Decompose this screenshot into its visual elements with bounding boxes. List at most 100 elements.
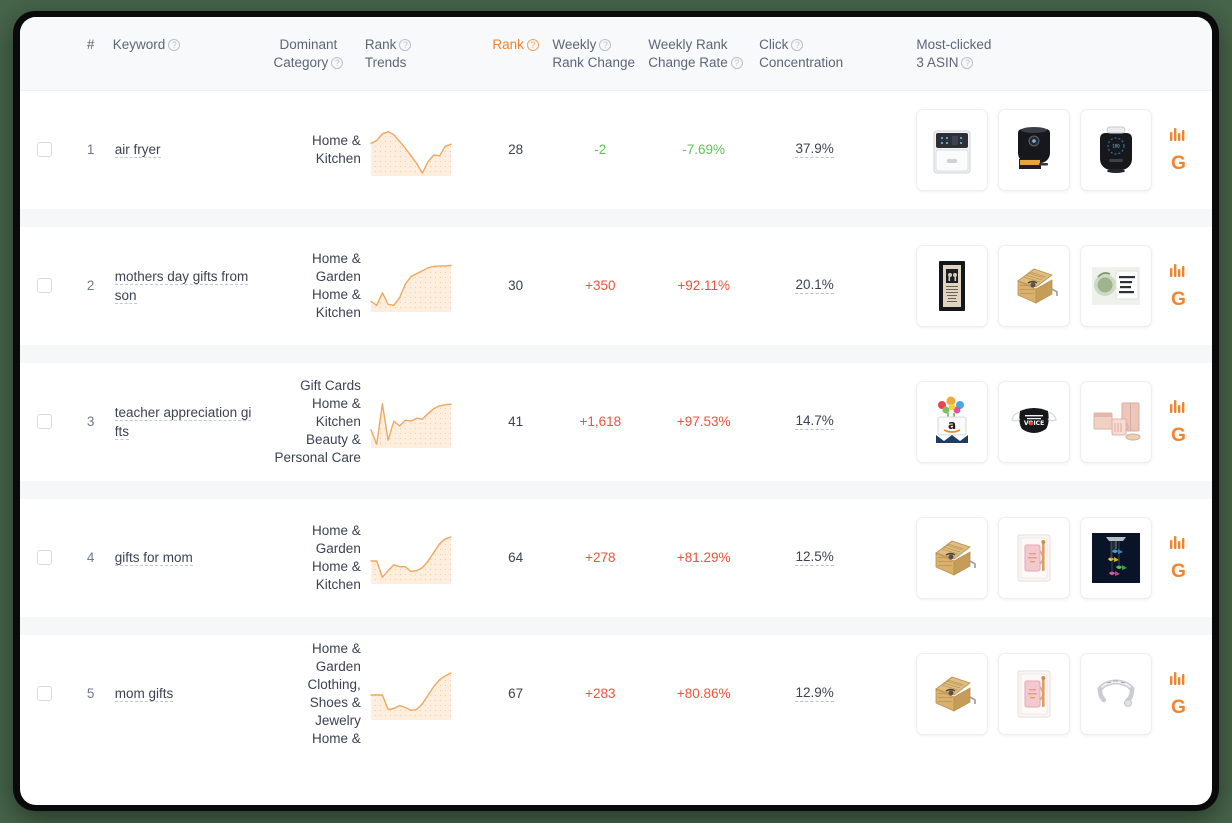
row-click-concentration-cell[interactable]: 37.9% [759, 91, 870, 209]
asin-thumbnail-wooden-music-box[interactable] [916, 652, 989, 735]
row-keyword-cell[interactable]: mom gifts [113, 635, 254, 753]
help-icon-rank[interactable]: ? [526, 39, 539, 51]
header-rank-trends[interactable]: Rank? Trends [362, 17, 479, 91]
category-line: Gift Cards [300, 377, 361, 393]
bar-chart-icon[interactable] [1169, 398, 1187, 413]
asin-thumbnail-pink-mug-boxed[interactable] [998, 652, 1071, 735]
asin-thumbnail-pink-mug-boxed[interactable] [998, 516, 1071, 599]
row-checkbox-cell[interactable] [20, 363, 68, 481]
keyword-link[interactable]: teacher appreciation gifts [114, 404, 252, 440]
asin-thumbnail-hummingbird-wind-chime[interactable] [1080, 516, 1153, 599]
header-rank[interactable]: Rank? [478, 17, 553, 91]
click-concentration-value[interactable]: 12.9% [795, 685, 834, 702]
row-checkbox[interactable] [36, 142, 52, 158]
keyword-link[interactable]: mothers day gifts from son [114, 268, 249, 304]
rank-trend-sparkline[interactable] [369, 528, 479, 588]
asin-thumbnail-pink-mug-gift-set[interactable] [1080, 380, 1153, 463]
table-row[interactable]: 1 air fryer Home & Kitchen 28 -2 -7.69% 37.9% 18… [20, 90, 1212, 209]
row-click-concentration-cell[interactable]: 14.7% [759, 363, 870, 481]
header-select-all[interactable] [20, 17, 69, 91]
click-concentration-value[interactable]: 12.5% [795, 549, 834, 566]
row-keyword-cell[interactable]: teacher appreciation gifts [113, 363, 254, 481]
row-category-cell: Gift Cards Home & Kitchen Beauty & Personal … [254, 363, 363, 481]
bar-chart-icon[interactable] [1169, 670, 1187, 685]
row-click-concentration-cell[interactable]: 12.9% [759, 635, 870, 753]
google-icon[interactable]: G [1171, 154, 1186, 173]
row-checkbox[interactable] [36, 686, 52, 701]
keyword-link[interactable]: gifts for mom [114, 550, 193, 566]
row-keyword-cell[interactable]: mothers day gifts from son [113, 227, 254, 345]
asin-thumbnail-white-air-fryer[interactable] [916, 108, 989, 191]
google-icon[interactable]: G [1171, 426, 1186, 445]
row-rank-trend-cell[interactable] [363, 499, 479, 617]
asin-thumbnail-wooden-music-box[interactable] [916, 516, 989, 599]
header-weekly-rank-change[interactable]: Weekly? Rank Change [552, 17, 649, 91]
asin-thumbnail-silver-bangle-bracelet[interactable] [1080, 652, 1153, 735]
asin-thumbnail-wooden-music-box[interactable] [998, 244, 1071, 327]
help-icon-keyword[interactable]: ? [168, 39, 181, 51]
google-icon[interactable]: G [1171, 290, 1186, 309]
help-icon-wrcr[interactable]: ? [730, 57, 743, 69]
header-weekly-rank-change-rate[interactable]: Weekly Rank Change Rate? [648, 17, 760, 91]
row-rank-trend-cell[interactable] [363, 635, 479, 753]
row-checkbox-cell[interactable] [20, 499, 68, 617]
help-icon-trend[interactable]: ? [399, 39, 412, 51]
help-icon-category[interactable]: ? [331, 57, 344, 69]
row-rank-trend-cell[interactable] [363, 363, 479, 481]
row-checkbox-cell[interactable] [20, 635, 68, 753]
keyword-link[interactable]: mom gifts [114, 686, 174, 702]
asin-thumbnail-framed-wall-art[interactable] [916, 244, 989, 327]
row-checkbox-cell[interactable] [20, 227, 68, 345]
row-click-concentration-cell[interactable]: 20.1% [759, 227, 870, 345]
row-keyword-cell[interactable]: gifts for mom [113, 499, 254, 617]
row-rank-trend-cell[interactable] [363, 227, 479, 345]
row-index: 2 [86, 278, 95, 293]
table-row[interactable]: 5 mom gifts Home & Garden Clothing, Shoes & Je… [20, 634, 1212, 753]
asin-thumbnail-amazon-gift-card-flowers[interactable]: a [916, 380, 989, 463]
row-checkbox[interactable] [36, 278, 52, 293]
row-rank-trend-cell[interactable] [363, 91, 479, 209]
row-click-concentration-cell[interactable]: 12.5% [759, 499, 870, 617]
asin-thumbnail-quote-mug[interactable] [1080, 244, 1153, 327]
asin-thumbnail-black-face-mask[interactable]: VOICE [998, 380, 1071, 463]
row-keyword-cell[interactable]: air fryer [113, 91, 254, 209]
rank-trend-sparkline[interactable] [369, 664, 479, 724]
header-index[interactable]: # [68, 17, 113, 91]
header-most-clicked-asin[interactable]: Most-clicked 3 ASIN? [916, 17, 1164, 91]
bar-chart-icon[interactable] [1169, 126, 1187, 142]
row-index: 5 [86, 686, 95, 701]
row-checkbox[interactable] [36, 550, 52, 565]
click-concentration-value[interactable]: 14.7% [795, 413, 834, 430]
row-checkbox[interactable] [36, 414, 52, 429]
rank-trend-sparkline[interactable] [369, 256, 479, 316]
row-spacer [870, 635, 916, 753]
help-icon-cc[interactable]: ? [791, 39, 804, 51]
asin-thumbnail-black-air-fryer-open[interactable] [998, 108, 1071, 191]
row-category-cell: Home & Kitchen [254, 91, 363, 209]
table-row[interactable]: 3 teacher appreciation gifts Gift Cards Hom… [20, 362, 1212, 481]
click-concentration-value[interactable]: 20.1% [795, 277, 834, 294]
row-spacer-cell [20, 617, 1212, 635]
table-row[interactable]: 4 gifts for mom Home & Garden Home & Kitchen 6… [20, 498, 1212, 617]
google-icon[interactable]: G [1171, 698, 1186, 717]
rank-trend-sparkline[interactable] [369, 392, 479, 452]
google-icon[interactable]: G [1171, 562, 1186, 581]
row-asin-cell: a VOICE [916, 363, 1163, 481]
table-row[interactable]: 2 mothers day gifts from son Home & Garden H… [20, 226, 1212, 345]
keyword-link[interactable]: air fryer [114, 142, 161, 159]
row-index: 4 [86, 550, 95, 565]
bar-chart-icon[interactable] [1169, 534, 1187, 549]
header-keyword[interactable]: Keyword? [112, 17, 254, 91]
help-icon-wrc[interactable]: ? [599, 39, 612, 51]
weekly-rank-change-rate-value: +97.53% [676, 414, 731, 429]
header-dominant-category[interactable]: Dominant Category? [253, 17, 363, 91]
rank-trend-sparkline[interactable] [369, 120, 479, 180]
asin-thumbnail-black-air-fryer-digital[interactable]: 180 [1080, 108, 1153, 191]
header-click-concentration[interactable]: Click? Concentration [759, 17, 871, 91]
row-checkbox-cell[interactable] [20, 91, 68, 209]
row-asin-cell [916, 227, 1163, 345]
header-wrcr-line2: Change Rate [648, 55, 728, 70]
click-concentration-value[interactable]: 37.9% [795, 141, 834, 159]
bar-chart-icon[interactable] [1169, 262, 1187, 277]
help-icon-asin[interactable]: ? [961, 57, 974, 69]
